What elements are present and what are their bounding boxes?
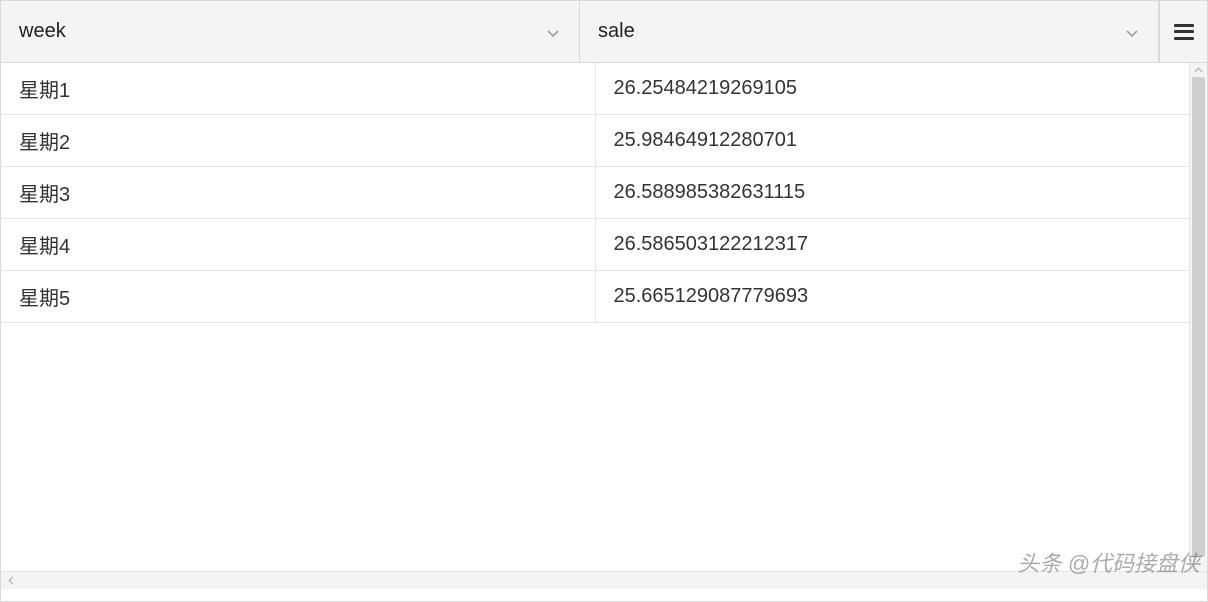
column-header-label: sale — [598, 20, 1124, 43]
grid-body: 星期1 26.25484219269105 星期2 25.98464912280… — [1, 63, 1207, 571]
scroll-left-arrow-icon[interactable] — [5, 572, 17, 589]
hamburger-icon — [1174, 24, 1194, 40]
cell-week: 星期4 — [1, 219, 596, 270]
scrollbar-thumb[interactable] — [1192, 77, 1205, 557]
column-header-sale[interactable]: sale — [580, 1, 1159, 62]
cell-week: 星期3 — [1, 167, 596, 218]
column-header-row: week sale — [1, 1, 1207, 63]
cell-week: 星期5 — [1, 271, 596, 322]
cell-week: 星期2 — [1, 115, 596, 166]
cell-sale: 25.665129087779693 — [596, 271, 1190, 322]
chevron-down-icon[interactable] — [1124, 24, 1140, 40]
table-row[interactable]: 星期2 25.98464912280701 — [1, 115, 1189, 167]
column-header-label: week — [19, 20, 545, 43]
cell-sale: 26.586503122212317 — [596, 219, 1190, 270]
data-grid: week sale — [0, 0, 1208, 602]
horizontal-scrollbar[interactable] — [1, 571, 1207, 589]
grid-menu-button[interactable] — [1159, 1, 1207, 62]
table-row[interactable]: 星期1 26.25484219269105 — [1, 63, 1189, 115]
table-row[interactable]: 星期4 26.586503122212317 — [1, 219, 1189, 271]
table-row[interactable]: 星期5 25.665129087779693 — [1, 271, 1189, 323]
vertical-scrollbar[interactable] — [1189, 63, 1207, 571]
cell-sale: 26.588985382631115 — [596, 167, 1190, 218]
table-row[interactable]: 星期3 26.588985382631115 — [1, 167, 1189, 219]
rows-container: 星期1 26.25484219269105 星期2 25.98464912280… — [1, 63, 1189, 571]
column-header-week[interactable]: week — [1, 1, 580, 62]
cell-sale: 25.98464912280701 — [596, 115, 1190, 166]
cell-week: 星期1 — [1, 63, 596, 114]
cell-sale: 26.25484219269105 — [596, 63, 1190, 114]
scroll-up-arrow-icon[interactable] — [1190, 63, 1207, 77]
chevron-down-icon[interactable] — [545, 24, 561, 40]
